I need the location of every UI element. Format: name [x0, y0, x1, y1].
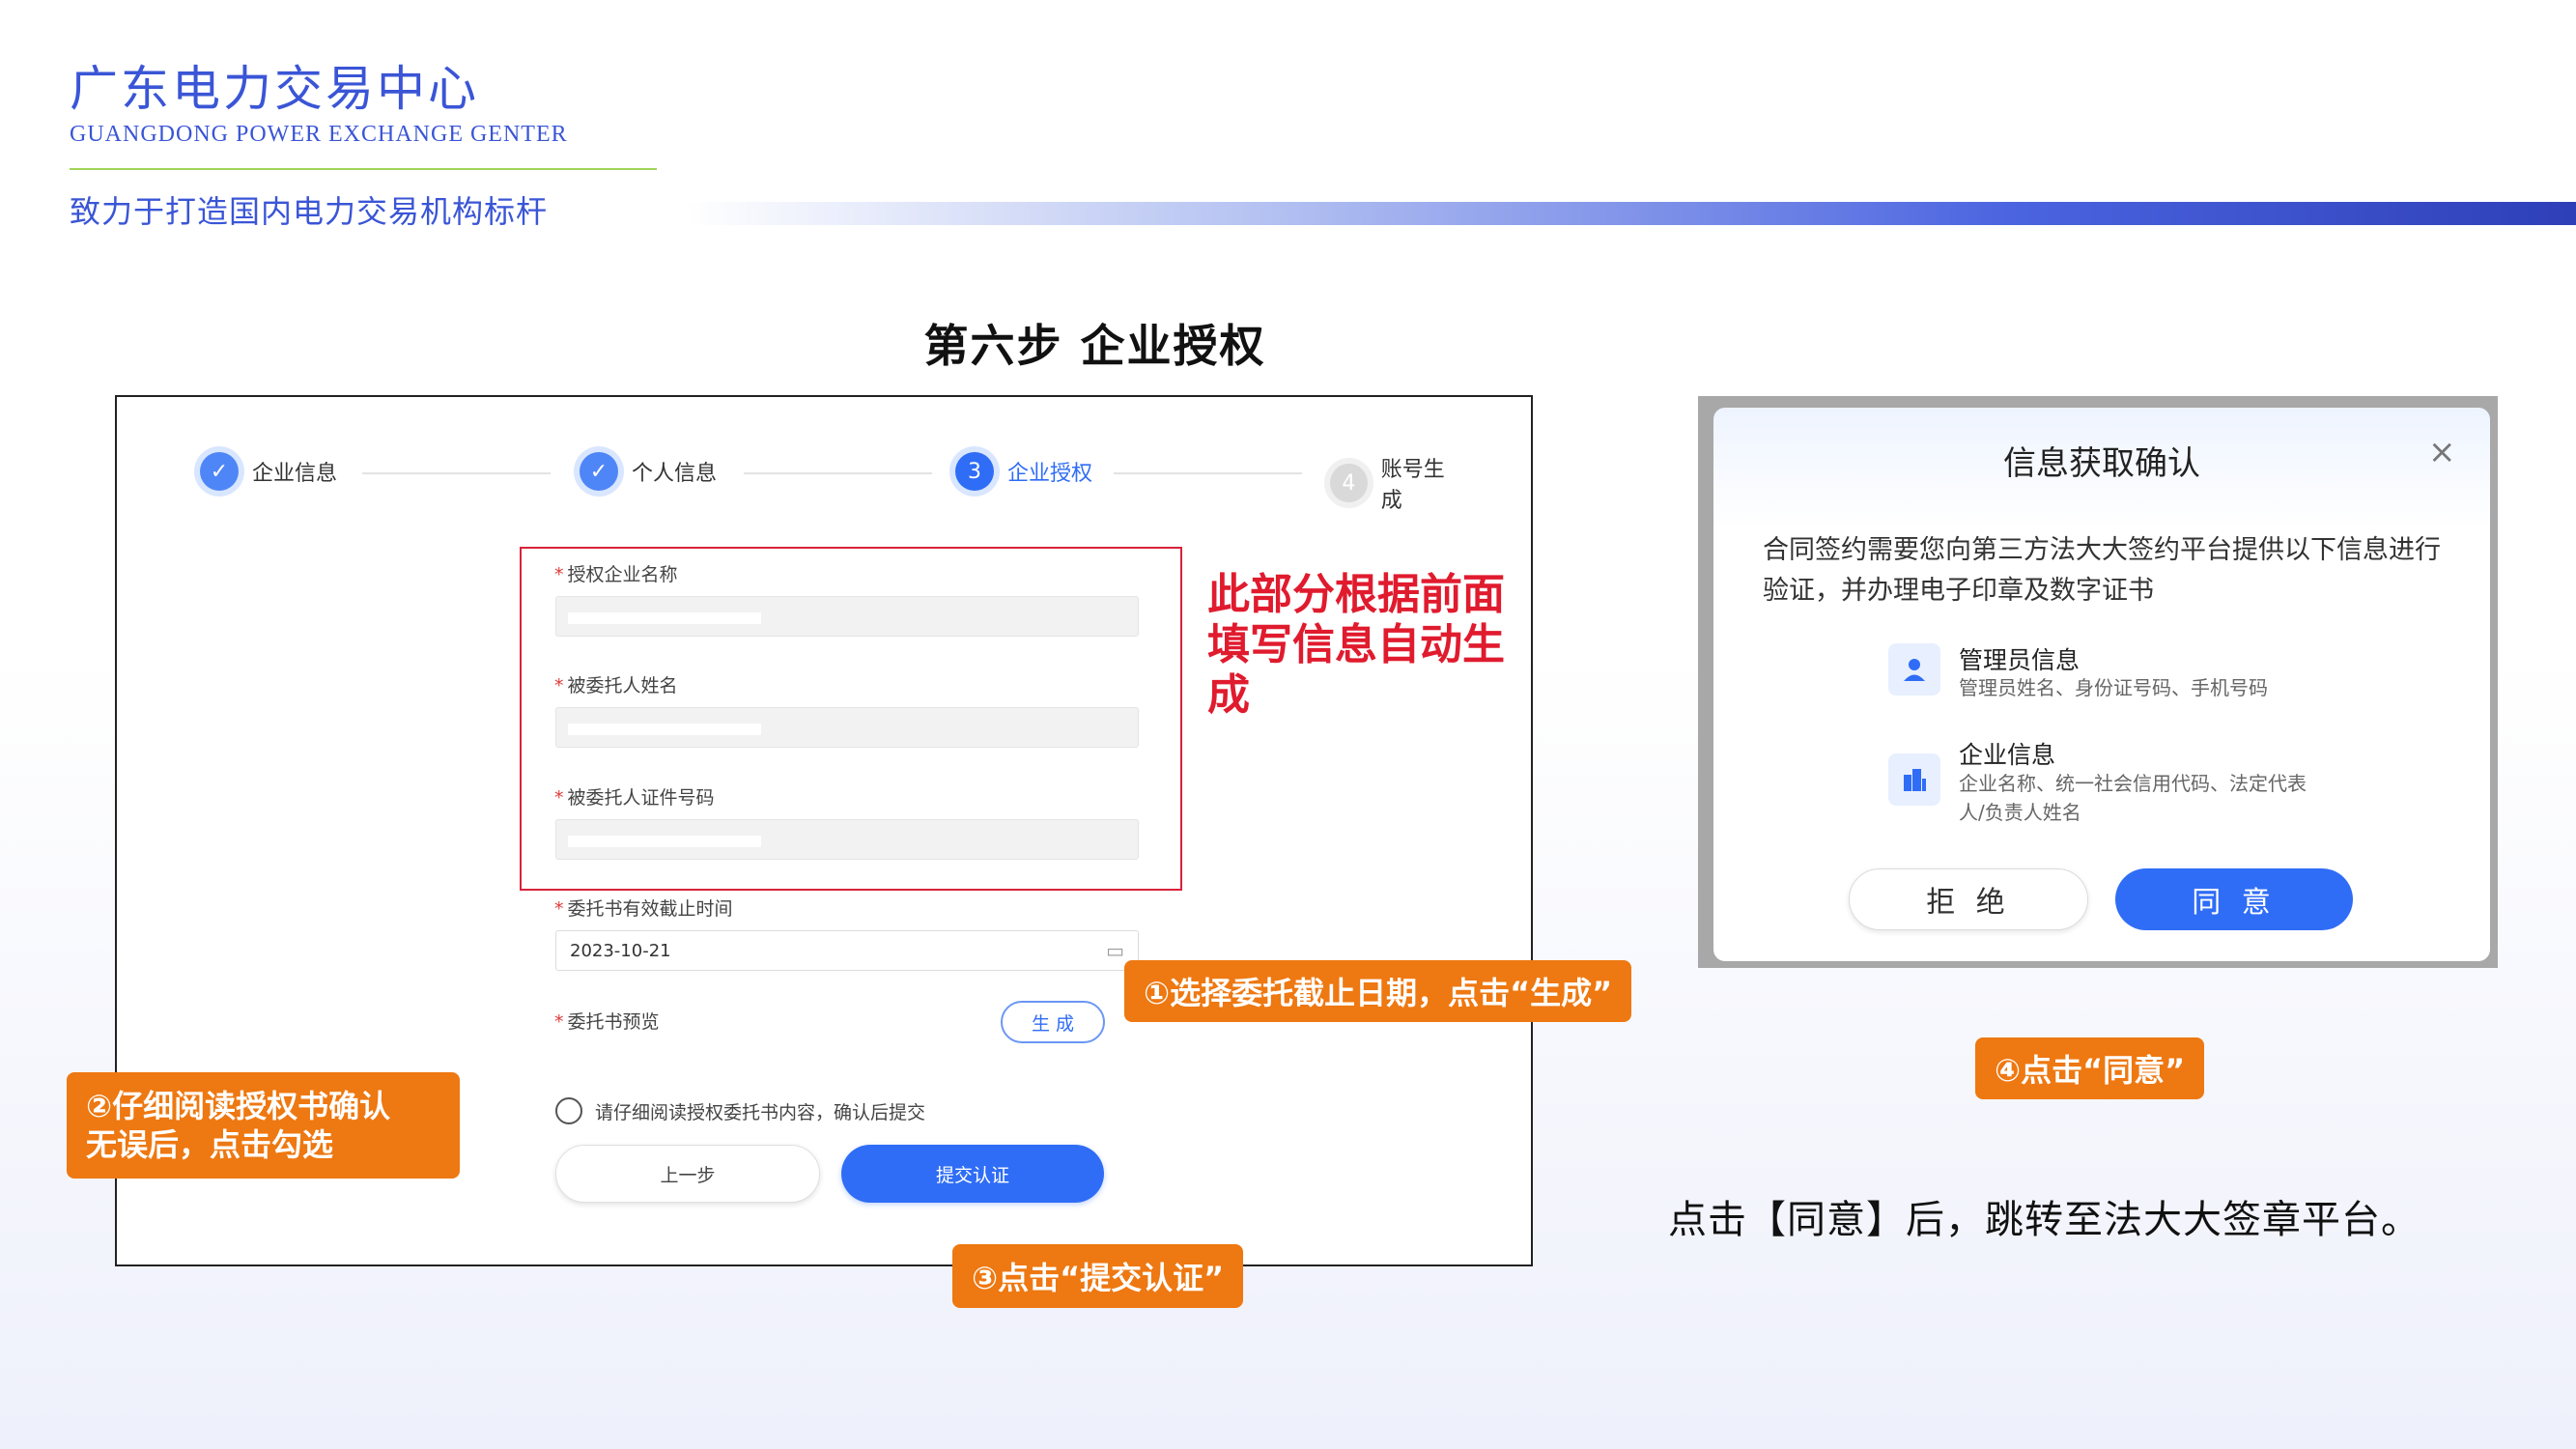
callout-step-3: ③点击“提交认证”: [952, 1244, 1244, 1308]
reject-button[interactable]: 拒 绝: [1849, 868, 2088, 930]
callout-step-4: ④点击“同意”: [1975, 1037, 2205, 1099]
check-icon: ✓: [580, 452, 618, 491]
stepper-step-label: 个人信息: [632, 462, 718, 486]
dialog-body-text: 合同签约需要您向第三方法大大签约平台提供以下信息进行验证，并办理电子印章及数字证…: [1763, 535, 2441, 606]
auto-fill-note: 此部分根据前面填写信息自动生成: [1207, 570, 1505, 720]
agree-button[interactable]: 同 意: [2115, 868, 2353, 930]
expiry-date-input[interactable]: 2023-10-21 ▭: [555, 930, 1139, 971]
progress-stepper: ✓ 企业信息 ✓ 个人信息 3 企业授权 4 账号生成: [198, 452, 1463, 513]
prev-step-button[interactable]: 上一步: [555, 1145, 820, 1203]
building-icon: [1888, 753, 1940, 806]
info-item-title-company: 企业信息: [1959, 741, 2056, 769]
field-label-preview: * 委托书预览: [554, 1011, 660, 1033]
step-number-icon: 4: [1330, 464, 1368, 502]
calendar-icon[interactable]: ▭: [1106, 939, 1124, 962]
step-number-icon: 3: [955, 452, 994, 491]
info-item-title-admin: 管理员信息: [1959, 646, 2081, 674]
callout-step-2-line-2: 无误后，点击勾选: [86, 1126, 334, 1163]
header-gradient-bar: [686, 202, 2576, 225]
stepper-step-label: 企业信息: [252, 462, 338, 486]
stepper-step-account[interactable]: 4 账号生成: [1330, 452, 1463, 514]
stepper-connector: [1114, 472, 1302, 474]
expiry-date-value: 2023-10-21: [570, 941, 671, 961]
close-icon[interactable]: ×: [2428, 433, 2456, 471]
user-icon: [1888, 643, 1940, 696]
slogan: 致力于打造国内电力交易机构标杆: [70, 193, 549, 230]
org-name-en: GUANGDONG POWER EXCHANGE GENTER: [70, 122, 568, 147]
callout-step-1: ①选择委托截止日期，点击“生成”: [1124, 960, 1632, 1022]
info-item-desc-company: 企业名称、统一社会信用代码、法定代表人/负责人姓名: [1959, 772, 2307, 824]
agree-checkbox[interactable]: [555, 1097, 582, 1124]
stepper-step-authorization[interactable]: 3 企业授权: [955, 452, 1092, 491]
callout-step-2: ②仔细阅读授权书确认 无误后，点击勾选: [67, 1072, 460, 1179]
check-icon: ✓: [200, 452, 239, 491]
org-name-cn: 广东电力交易中心: [70, 61, 479, 117]
stepper-step-company-info[interactable]: ✓ 企业信息: [200, 452, 337, 491]
stepper-step-label: 账号生成: [1380, 458, 1445, 513]
field-label-expiry-date: * 委托书有效截止时间: [554, 898, 733, 920]
instruction-text: 点击【同意】后，跳转至法大大签章平台。: [1668, 1198, 2420, 1242]
agree-text: 请仔细阅读授权委托书内容，确认后提交: [595, 1102, 926, 1123]
header-divider: [70, 168, 657, 170]
info-item-desc-admin: 管理员姓名、身份证号码、手机号码: [1959, 676, 2268, 699]
stepper-step-label: 企业授权: [1007, 462, 1093, 486]
callout-step-2-line-1: ②仔细阅读授权书确认: [86, 1088, 391, 1124]
submit-auth-button[interactable]: 提交认证: [841, 1145, 1104, 1203]
generate-button[interactable]: 生 成: [1001, 1001, 1105, 1043]
auto-filled-highlight-box: [520, 547, 1182, 891]
dialog-title: 信息获取确认: [2003, 444, 2200, 483]
stepper-connector: [744, 472, 932, 474]
stepper-step-personal-info[interactable]: ✓ 个人信息: [580, 452, 717, 491]
stepper-connector: [362, 472, 551, 474]
step-title: 第六步 企业授权: [923, 320, 1266, 372]
